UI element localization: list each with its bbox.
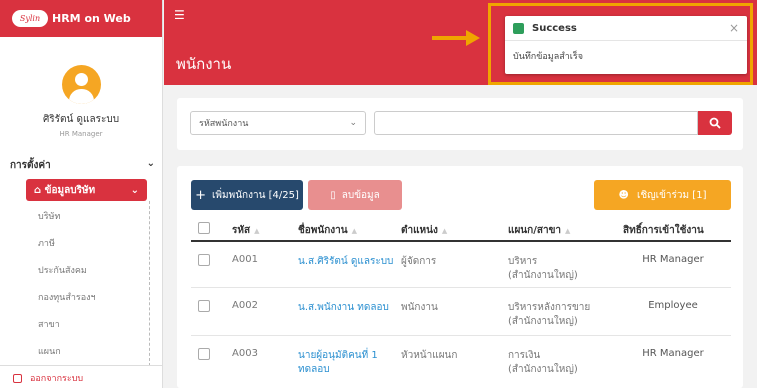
employee-branch: (สำนักงานใหญ่) xyxy=(508,316,578,327)
employee-name-link[interactable]: นายผู้อนุมัติคนที่ 1 xyxy=(298,348,378,363)
submenu-item-social-security[interactable]: ประกันสังคม xyxy=(26,258,149,282)
employee-department: บริหารหลังการขาย xyxy=(508,302,591,313)
employee-department: บริหาร xyxy=(508,256,538,267)
logout-button[interactable]: ออกจากระบบ xyxy=(13,371,83,385)
access-role: HR Manager xyxy=(642,348,704,359)
employee-position: พนักงาน xyxy=(401,302,438,313)
company-submenu: บริษัท ภาษี ประกันสังคม กองทุนสำรองฯ สาข… xyxy=(26,201,150,366)
employee-table-card: + เพิ่มพนักงาน [4/25] ▯ ลบข้อมูล ☻ เชิญเ… xyxy=(177,166,743,388)
table-row[interactable]: A002 น.ส.พนักงาน ทดลอบ พนักงาน บริหารหลั… xyxy=(191,288,731,336)
page-title: พนักงาน xyxy=(176,55,232,73)
employee-name-link-line2[interactable]: ทดลอบ xyxy=(298,362,330,377)
column-header-rights[interactable]: สิทธิ์การเข้าใช้งาน xyxy=(623,223,704,238)
employee-name-link[interactable]: น.ส.ศิริรัตน์ ดูแลระบบ xyxy=(298,254,393,269)
access-role: HR Manager xyxy=(642,254,704,265)
arrow-icon xyxy=(432,30,480,46)
employee-name-link[interactable]: น.ส.พนักงาน ทดลอบ xyxy=(298,300,389,315)
settings-menu-toggle[interactable]: การตั้งค่า ⌄ xyxy=(10,158,155,173)
delete-button[interactable]: ▯ ลบข้อมูล xyxy=(308,180,402,210)
plus-icon: + xyxy=(195,187,207,203)
user-role: HR Manager xyxy=(59,130,103,138)
search-field-select[interactable]: รหัสพนักงาน ⌄ xyxy=(190,111,366,135)
success-toast: Success × บันทึกข้อมูลสำเร็จ xyxy=(505,16,747,74)
access-role: Employee xyxy=(648,300,698,311)
chevron-down-icon: ⌄ xyxy=(130,184,139,196)
column-header-code[interactable]: รหัส ▲ xyxy=(232,223,259,238)
employee-department: การเงิน xyxy=(508,350,541,361)
logout-icon xyxy=(13,373,22,383)
home-icon: ⌂ xyxy=(34,184,42,196)
employee-position: ผู้จัดการ xyxy=(401,256,437,267)
invite-button[interactable]: ☻ เชิญเข้าร่วม [1] xyxy=(594,180,731,210)
submenu-item-provident-fund[interactable]: กองทุนสำรองฯ xyxy=(26,285,149,309)
submenu-item-company[interactable]: บริษัท xyxy=(26,204,149,228)
sidebar: Sylin HRM on Web ศิริรัตน์ ดูแลระบบ HR M… xyxy=(0,0,163,388)
table-header: รหัส ▲ ชื่อพนักงาน ▲ ตำแหน่ง ▲ แผนก/สาขา ▲ ส… xyxy=(191,218,731,242)
employee-position: หัวหน้าแผนก xyxy=(401,350,458,361)
user-profile: ศิริรัตน์ ดูแลระบบ HR Manager xyxy=(0,37,162,147)
column-header-name[interactable]: ชื่อพนักงาน ▲ xyxy=(298,223,357,238)
delete-label: ลบข้อมูล xyxy=(341,189,380,201)
menu-icon[interactable]: ☰ xyxy=(174,8,185,22)
user-name: ศิริรัตน์ ดูแลระบบ xyxy=(42,114,120,125)
chevron-down-icon: ⌄ xyxy=(146,158,155,169)
invite-label: เชิญเข้าร่วม [1] xyxy=(636,189,707,201)
chevron-down-icon: ⌄ xyxy=(349,118,357,128)
column-header-position[interactable]: ตำแหน่ง ▲ xyxy=(401,223,447,238)
row-checkbox[interactable] xyxy=(198,254,210,266)
avatar-icon[interactable] xyxy=(61,65,101,104)
menu-company-label: ข้อมูลบริษัท xyxy=(44,184,96,196)
column-header-department[interactable]: แผนก/สาขา ▲ xyxy=(508,223,570,238)
submenu-item-tax[interactable]: ภาษี xyxy=(26,231,149,255)
employee-branch: (สำนักงานใหญ่) xyxy=(508,364,578,375)
submenu-item-branch[interactable]: สาขา xyxy=(26,312,149,336)
trash-icon: ▯ xyxy=(330,189,336,201)
app-name[interactable]: HRM on Web xyxy=(52,12,131,25)
employee-branch: (สำนักงานใหญ่) xyxy=(508,270,578,281)
user-icon: ☻ xyxy=(618,189,629,201)
search-field-value: รหัสพนักงาน xyxy=(199,119,249,129)
table-row[interactable]: A001 น.ส.ศิริรัตน์ ดูแลระบบ ผู้จัดการ บร… xyxy=(191,244,731,288)
select-all-checkbox[interactable] xyxy=(198,222,210,234)
table-row[interactable]: A003 นายผู้อนุมัติคนที่ 1 ทดลอบ หัวหน้าแ… xyxy=(191,336,731,388)
success-icon xyxy=(513,22,524,34)
row-checkbox[interactable] xyxy=(198,348,210,360)
search-button[interactable] xyxy=(698,111,732,135)
menu-company-info[interactable]: ⌂ ข้อมูลบริษัท ⌄ xyxy=(26,179,147,201)
toast-message: บันทึกข้อมูลสำเร็จ xyxy=(513,52,583,62)
employee-code: A003 xyxy=(232,348,258,359)
employee-code: A002 xyxy=(232,300,258,311)
logout-label: ออกจากระบบ xyxy=(30,374,84,384)
employee-code: A001 xyxy=(232,254,258,265)
settings-label: การตั้งค่า xyxy=(10,160,51,171)
brand-logo[interactable]: Sylin xyxy=(12,10,48,27)
search-icon xyxy=(709,117,721,129)
divider xyxy=(0,365,163,366)
add-employee-label: เพิ่มพนักงาน [4/25] xyxy=(212,189,299,201)
search-input[interactable] xyxy=(374,111,698,135)
toast-title: Success xyxy=(532,22,577,34)
submenu-item-department[interactable]: แผนก xyxy=(26,339,149,363)
brand-bar: Sylin HRM on Web xyxy=(0,0,162,37)
close-icon[interactable]: × xyxy=(729,21,739,35)
row-checkbox[interactable] xyxy=(198,300,210,312)
add-employee-button[interactable]: + เพิ่มพนักงาน [4/25] xyxy=(191,180,303,210)
toast-header: Success × xyxy=(505,16,747,41)
search-card: รหัสพนักงาน ⌄ xyxy=(177,98,743,150)
